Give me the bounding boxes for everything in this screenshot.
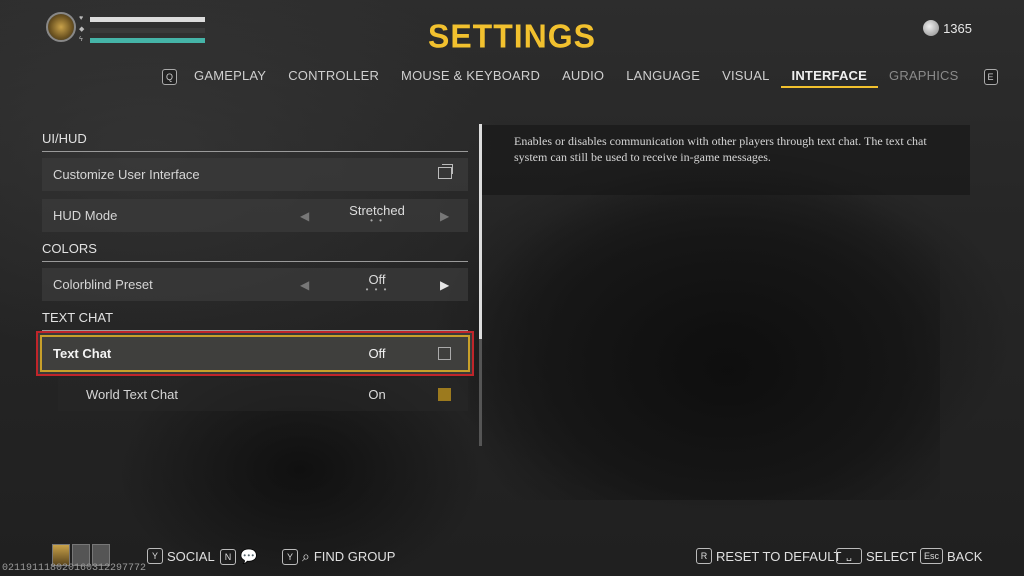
magnifier-icon: ⌕ (302, 548, 310, 564)
chat-key: N (220, 548, 236, 565)
arrow-right-icon[interactable]: ▶ (440, 209, 449, 223)
chat-button[interactable]: N 💬 (220, 548, 257, 565)
ship-silhouette (470, 180, 940, 500)
setting-description: Enables or disables communication with o… (514, 134, 927, 164)
hud-mode-value-wrap: Stretched • • (302, 203, 452, 225)
tab-visual[interactable]: VISUAL (711, 66, 780, 88)
tab-audio[interactable]: AUDIO (551, 66, 615, 88)
world-text-chat-value: On (368, 387, 386, 402)
open-external-icon (438, 164, 453, 179)
option-dots-icon: • • • (365, 285, 389, 294)
find-group-key: Y (282, 548, 298, 565)
prev-tab-key[interactable]: Q (162, 69, 178, 85)
section-heading-colors: COLORS (42, 240, 468, 262)
tab-controller[interactable]: CONTROLLER (277, 66, 390, 88)
select-button[interactable]: ␣ SELECT (836, 548, 917, 564)
reset-default-button[interactable]: R RESET TO DEFAULT (696, 548, 841, 564)
text-chat-row[interactable]: Text Chat Off (40, 335, 470, 372)
next-tab-key[interactable]: E (983, 69, 998, 85)
select-label: SELECT (866, 548, 917, 564)
section-heading-ui-hud: UI/HUD (42, 130, 468, 152)
reset-label: RESET TO DEFAULT (716, 548, 842, 564)
tab-mouse-keyboard[interactable]: MOUSE & KEYBOARD (390, 66, 551, 88)
back-label: BACK (947, 548, 983, 564)
bottom-action-bar: Y SOCIAL N 💬 Y ⌕ FIND GROUP R RESET TO D… (0, 544, 1024, 570)
settings-scrollbar[interactable] (479, 124, 482, 446)
tab-interface[interactable]: INTERFACE (780, 66, 879, 88)
tab-graphics[interactable]: GRAPHICS (878, 66, 970, 88)
social-key: Y (147, 548, 163, 564)
colorblind-row[interactable]: Colorblind Preset ◀ Off • • • ▶ (42, 268, 468, 301)
colorblind-value-wrap: Off • • • (302, 272, 452, 294)
find-group-label: FIND GROUP (313, 549, 396, 564)
customize-ui-label: Customize User Interface (53, 167, 200, 182)
chat-bubble-icon: 💬 (240, 548, 258, 564)
find-group-button[interactable]: Y ⌕ FIND GROUP (282, 548, 395, 565)
world-text-chat-row[interactable]: World Text Chat On (58, 378, 468, 411)
customize-ui-row[interactable]: Customize User Interface (42, 158, 468, 191)
text-chat-value: Off (368, 346, 386, 361)
social-button[interactable]: Y SOCIAL (147, 548, 215, 564)
hud-mode-row[interactable]: HUD Mode ◀ Stretched • • ▶ (42, 199, 468, 232)
text-chat-checkbox[interactable] (438, 347, 451, 360)
section-heading-text-chat: TEXT CHAT (42, 309, 468, 331)
page-title: SETTINGS (427, 17, 596, 55)
settings-list: UI/HUD Customize User Interface HUD Mode… (40, 130, 470, 419)
arrow-right-icon[interactable]: ▶ (440, 278, 449, 292)
back-button[interactable]: Esc BACK (920, 548, 982, 564)
tab-language[interactable]: LANGUAGE (615, 66, 711, 88)
spacebar-key-icon: ␣ (836, 548, 862, 564)
settings-tabs: Q GAMEPLAY CONTROLLER MOUSE & KEYBOARD A… (162, 66, 998, 88)
tab-gameplay[interactable]: GAMEPLAY (183, 66, 277, 88)
option-dots-icon: • • (370, 216, 384, 225)
social-label: SOCIAL (167, 548, 215, 564)
back-key: Esc (920, 548, 944, 564)
scrollbar-thumb[interactable] (479, 124, 482, 339)
reset-key: R (696, 548, 712, 564)
world-text-chat-checkbox[interactable] (438, 388, 451, 401)
